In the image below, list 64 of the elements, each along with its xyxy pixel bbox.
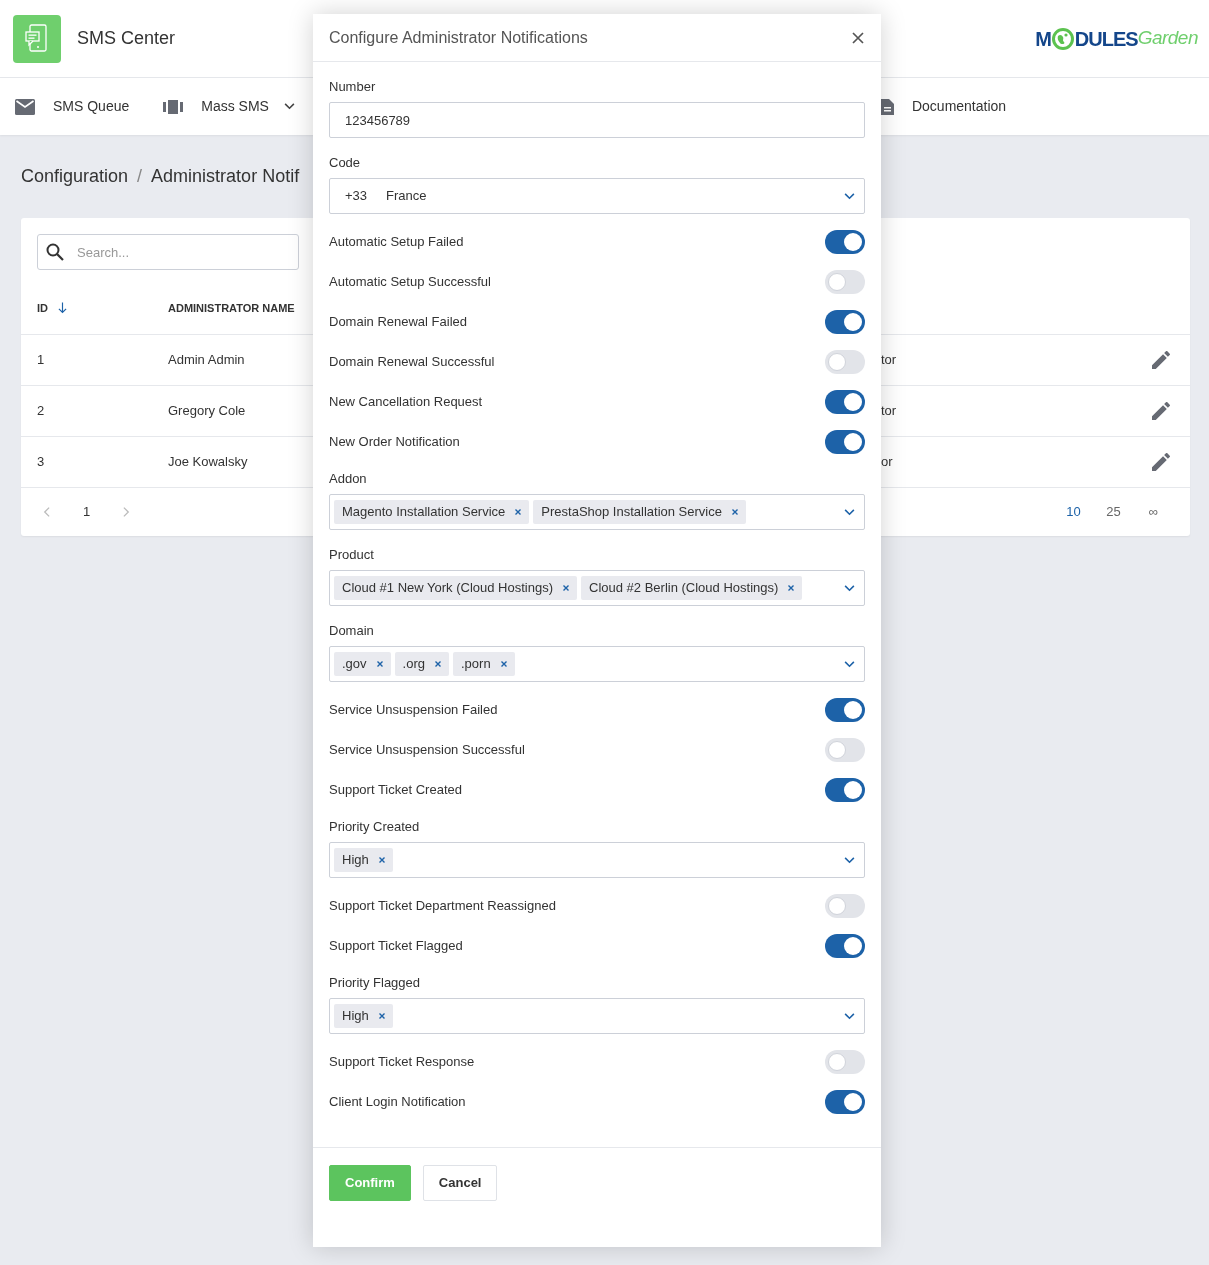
nav-item[interactable]: Documentation bbox=[880, 78, 1007, 135]
toggle-label: Client Login Notification bbox=[329, 1093, 466, 1112]
toggle-label: Domain Renewal Failed bbox=[329, 313, 467, 332]
selected-tag: High bbox=[334, 1004, 393, 1028]
app-title: SMS Center bbox=[77, 27, 176, 50]
selected-tag: PrestaShop Installation Service bbox=[533, 500, 746, 524]
table-cell-text: 2 bbox=[36, 402, 46, 421]
toggle-label: Service Unsuspension Failed bbox=[329, 701, 498, 720]
page-size-option[interactable]: 25 bbox=[1105, 502, 1122, 522]
table-cell-text: 1 bbox=[36, 351, 46, 370]
multiselect-field[interactable]: High bbox=[329, 998, 865, 1034]
selected-tag: .gov bbox=[334, 652, 391, 676]
cancel-button[interactable]: Cancel bbox=[422, 1165, 498, 1201]
toggle-label: Support Ticket Department Reassigned bbox=[329, 897, 556, 916]
logo-text: M bbox=[1035, 26, 1051, 52]
field-label: Product bbox=[329, 546, 375, 564]
selected-tag: .org bbox=[394, 652, 449, 676]
field-label: Code bbox=[329, 154, 362, 172]
search-field[interactable]: Search... bbox=[37, 234, 299, 270]
table-cell-text: 3 bbox=[36, 453, 46, 472]
breadcrumb-item[interactable]: Configuration bbox=[21, 162, 129, 190]
toggle-label: Service Unsuspension Successful bbox=[329, 741, 525, 760]
selected-tag: Magento Installation Service bbox=[334, 500, 530, 524]
nav-item[interactable]: Mass SMS bbox=[163, 78, 295, 135]
table-cell-text: Admin Admin bbox=[168, 351, 246, 370]
toggle-label: Support Ticket Created bbox=[329, 781, 462, 800]
logo-text: DULES bbox=[1074, 26, 1138, 52]
toggle-label: New Order Notification bbox=[329, 433, 460, 452]
table-cell-text: Joe Kowalsky bbox=[168, 453, 249, 472]
selected-tag: High bbox=[334, 848, 393, 872]
table-cell-text: tor bbox=[881, 351, 898, 370]
nav-item[interactable]: SMS Queue bbox=[15, 78, 130, 135]
column-header[interactable]: ADMINISTRATOR NAME bbox=[168, 299, 295, 317]
table-cell-text: tor bbox=[881, 402, 898, 421]
page-size-option[interactable]: 10 bbox=[1065, 502, 1082, 522]
multiselect-field[interactable]: .gov .org .porn bbox=[329, 646, 865, 682]
page-link[interactable]: 1 bbox=[83, 502, 91, 522]
selected-tag: Cloud #2 Berlin (Cloud Hostings) bbox=[581, 576, 803, 600]
modal-title: Configure Administrator Notifications bbox=[329, 27, 588, 48]
multiselect-field[interactable]: Cloud #1 New York (Cloud Hostings) Cloud #2 Berlin (Cloud Hostings) bbox=[329, 570, 865, 606]
column-header[interactable]: ID bbox=[37, 299, 48, 317]
toggle-label: New Cancellation Request bbox=[329, 393, 483, 412]
selected-tag: .porn bbox=[453, 652, 515, 676]
page-size-option[interactable]: ∞ bbox=[1145, 502, 1162, 522]
logo-text: Garden bbox=[1137, 26, 1198, 51]
toggle-label: Support Ticket Response bbox=[329, 1053, 475, 1072]
multiselect-field[interactable]: High bbox=[329, 842, 865, 878]
field-label: Domain bbox=[329, 622, 375, 640]
toggle-label: Automatic Setup Failed bbox=[329, 233, 464, 252]
selected-tag: Cloud #1 New York (Cloud Hostings) bbox=[334, 576, 577, 600]
field-label: Priority Flagged bbox=[329, 974, 422, 992]
field-label: Priority Created bbox=[329, 818, 421, 836]
select-field[interactable]: +33 France bbox=[329, 178, 865, 214]
toggle-label: Support Ticket Flagged bbox=[329, 937, 463, 956]
table-cell-text: or bbox=[881, 453, 894, 472]
toggle-label: Automatic Setup Successful bbox=[329, 273, 491, 292]
table-cell-text: Gregory Cole bbox=[168, 402, 247, 421]
input-field[interactable]: 123456789 bbox=[329, 102, 865, 138]
field-label: Number bbox=[329, 78, 377, 96]
breadcrumb-item: Administrator Notif bbox=[151, 164, 300, 188]
toggle-label: Domain Renewal Successful bbox=[329, 353, 495, 372]
field-label: Addon bbox=[329, 470, 368, 488]
multiselect-field[interactable]: Magento Installation Service PrestaShop Installation Service bbox=[329, 494, 865, 530]
breadcrumb-separator: / bbox=[137, 164, 143, 188]
